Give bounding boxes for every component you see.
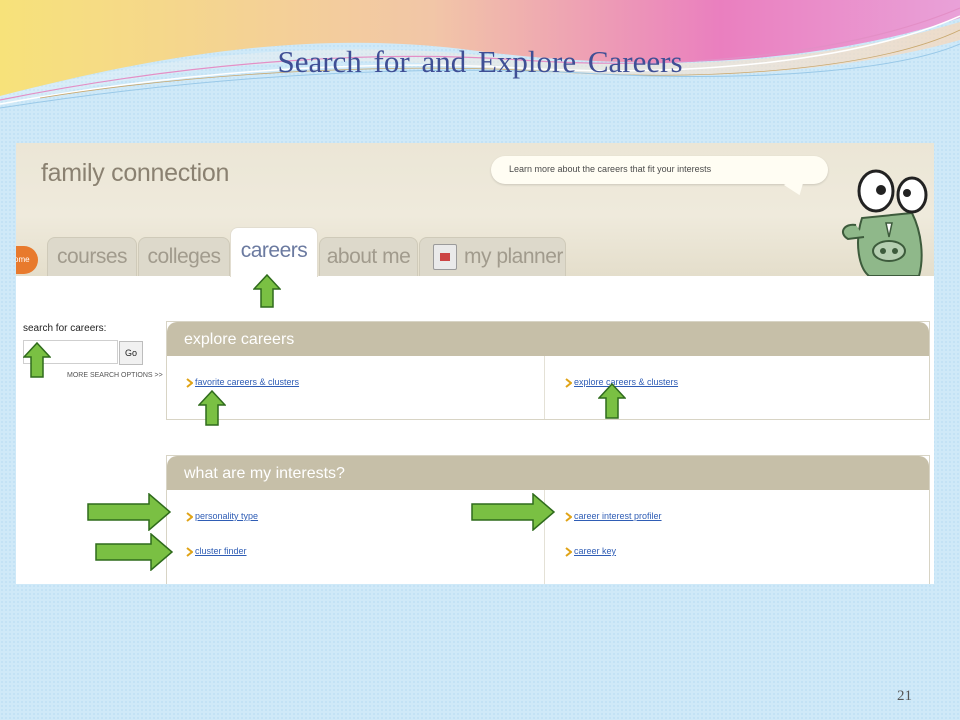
tab-about-me-label: about me: [326, 245, 411, 268]
bubble-text: Learn more about the careers that fit yo…: [509, 164, 712, 174]
arrow-up-icon: [253, 274, 281, 308]
tab-courses[interactable]: courses: [47, 237, 137, 276]
tab-careers[interactable]: careers: [230, 227, 318, 277]
tab-my-planner[interactable]: my planner: [419, 237, 566, 276]
tab-home-label: ome: [16, 255, 30, 264]
crocodile-mascot-icon: [841, 169, 928, 276]
cluster-finder-link[interactable]: cluster finder: [195, 546, 247, 556]
tab-my-planner-label: my planner: [464, 245, 563, 268]
explore-careers-heading: explore careers: [184, 331, 295, 348]
explore-careers-body: favorite careers & clusters explore care…: [167, 356, 929, 419]
arrow-up-icon: [598, 383, 626, 419]
career-key-link[interactable]: career key: [574, 546, 616, 556]
chevron-right-icon: [186, 378, 193, 388]
tab-careers-label: careers: [240, 239, 308, 262]
chevron-right-icon: [186, 512, 193, 522]
chevron-right-icon: [186, 547, 193, 557]
go-button[interactable]: Go: [119, 341, 143, 365]
tab-home[interactable]: ome: [16, 246, 38, 274]
interests-heading: what are my interests?: [184, 465, 345, 482]
arrow-up-icon: [23, 342, 51, 378]
interests-header: what are my interests?: [167, 456, 929, 490]
column-divider: [544, 356, 545, 419]
arrow-up-icon: [198, 390, 226, 426]
explore-careers-header: explore careers: [167, 322, 929, 356]
chevron-right-icon: [565, 547, 572, 557]
speech-bubble: Learn more about the careers that fit yo…: [491, 156, 828, 184]
slide-number: 21: [897, 688, 912, 704]
explore-careers-clusters-link[interactable]: explore careers & clusters: [574, 377, 678, 387]
tab-about-me[interactable]: about me: [319, 237, 418, 276]
tab-courses-label: courses: [56, 245, 128, 268]
favorite-careers-clusters-link[interactable]: favorite careers & clusters: [195, 377, 299, 387]
chevron-right-icon: [565, 378, 572, 388]
tab-colleges[interactable]: colleges: [138, 237, 230, 276]
personality-type-link[interactable]: personality type: [195, 511, 258, 521]
more-search-options-link[interactable]: MORE SEARCH OPTIONS >>: [67, 372, 163, 379]
arrow-right-icon: [87, 493, 171, 531]
arrow-right-icon: [95, 533, 173, 571]
brand-logo: family connection: [41, 159, 230, 187]
slide-title: Search for and Explore Careers: [277, 44, 683, 79]
chevron-right-icon: [565, 512, 572, 522]
explore-careers-panel: explore careers favorite careers & clust…: [166, 321, 930, 420]
career-interest-profiler-link[interactable]: career interest profiler: [574, 511, 662, 521]
arrow-right-icon: [471, 493, 555, 531]
search-label: search for careers:: [23, 323, 107, 334]
tab-colleges-label: colleges: [147, 245, 221, 268]
site-header: family connection Learn more about the c…: [16, 143, 934, 277]
